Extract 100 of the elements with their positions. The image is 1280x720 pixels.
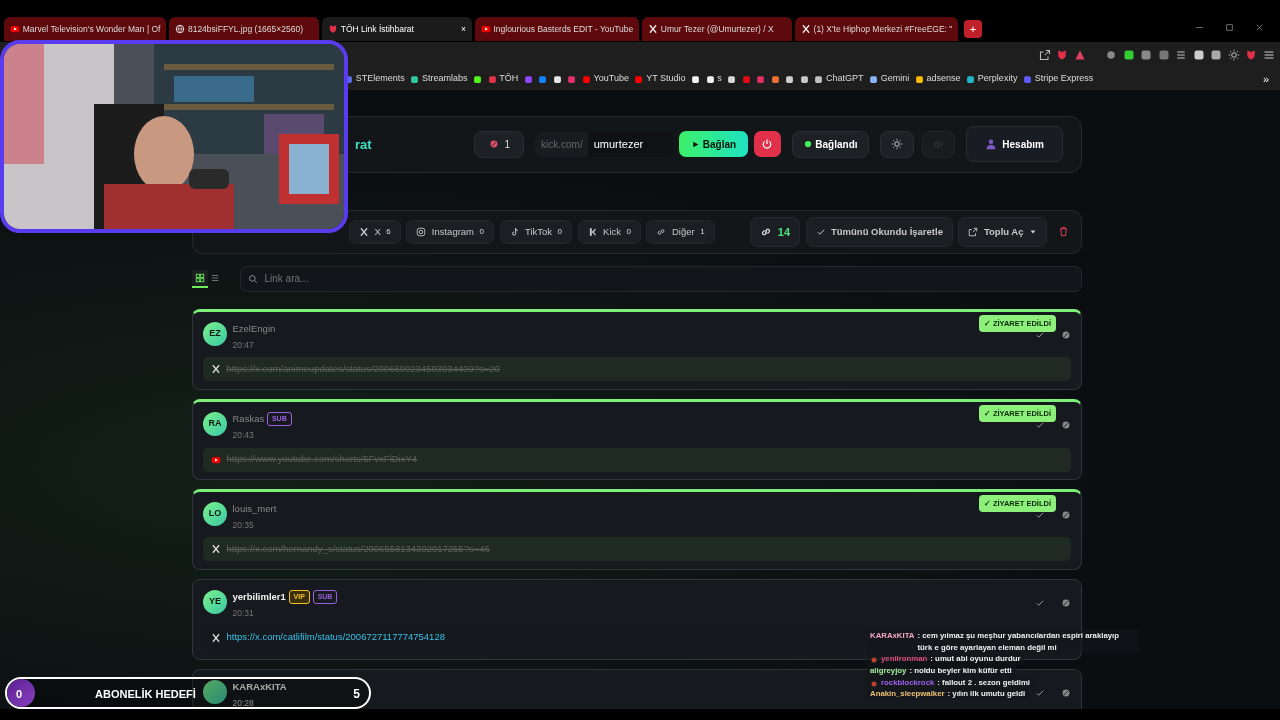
mute-icon bbox=[932, 138, 944, 150]
block-button[interactable] bbox=[1061, 329, 1071, 340]
bookmark[interactable]: Perplexity bbox=[966, 72, 1018, 86]
bookmark[interactable]: STElements bbox=[344, 72, 405, 86]
share-icon bbox=[1038, 49, 1051, 61]
sidebar-button[interactable] bbox=[1192, 49, 1205, 61]
bookmark[interactable] bbox=[473, 74, 483, 84]
message-time: 20:28 bbox=[232, 697, 255, 710]
browser-tab[interactable]: TÖH Link İstihbarat × bbox=[321, 17, 472, 41]
filter-chip[interactable]: Instagram 0 bbox=[406, 219, 494, 244]
square-icon bbox=[1192, 49, 1205, 61]
bookmark[interactable]: YT Studio bbox=[634, 72, 686, 86]
playlist-button[interactable] bbox=[1175, 49, 1187, 61]
username: Raskas bbox=[232, 411, 265, 426]
block-button[interactable] bbox=[1061, 509, 1071, 520]
extension-button[interactable] bbox=[1140, 49, 1152, 61]
username: yerbilimler1 bbox=[232, 589, 286, 604]
more-bookmarks-button[interactable]: » bbox=[1262, 70, 1269, 88]
block-button[interactable] bbox=[1061, 687, 1071, 698]
shield-icon bbox=[1056, 49, 1068, 61]
extension-button[interactable] bbox=[1157, 49, 1170, 61]
filter-chip[interactable]: TikTok 0 bbox=[499, 219, 573, 244]
connect-button[interactable]: Bağlan bbox=[679, 131, 749, 158]
trash-icon bbox=[1058, 226, 1069, 238]
goal-title: ABONELİK HEDEFİ bbox=[95, 687, 196, 702]
bookmark[interactable]: Streamlabs bbox=[410, 72, 468, 86]
search-field[interactable]: Link ara... bbox=[239, 265, 1082, 292]
browser-tab[interactable]: Umur Tezer (@Umurtezer) / X bbox=[642, 17, 793, 41]
kick-icon bbox=[587, 226, 598, 237]
username: KARAxKITA bbox=[232, 679, 287, 694]
menu-button[interactable] bbox=[1262, 49, 1275, 61]
grid-icon bbox=[194, 272, 205, 283]
username: louis_mert bbox=[232, 501, 277, 516]
link-url[interactable]: https://x.com/catlifilm/status/2006727117774754128 bbox=[226, 630, 445, 645]
avatar: YE bbox=[203, 589, 227, 614]
message-time: 20:31 bbox=[232, 607, 255, 620]
goal-current: 0 bbox=[16, 687, 23, 702]
browser-tab[interactable]: 8124bsiFFYL.jpg (1665×2560) bbox=[169, 17, 320, 41]
x-logo-icon bbox=[648, 24, 659, 34]
connection-status: Bağlandı bbox=[791, 130, 869, 158]
mark-all-read-button[interactable]: Tümünü Okundu İşaretle bbox=[805, 216, 953, 247]
block-icon bbox=[1061, 419, 1071, 430]
bookmark[interactable]: TÖH bbox=[487, 72, 519, 86]
triangle-button[interactable] bbox=[1073, 49, 1086, 61]
dot-icon bbox=[1105, 49, 1117, 61]
youtube-icon bbox=[211, 454, 221, 465]
square-icon bbox=[1157, 49, 1170, 61]
filter-chip[interactable]: Diğer 1 bbox=[646, 219, 715, 244]
filter-chip[interactable]: X 6 bbox=[349, 219, 401, 244]
account-button[interactable]: Hesabım bbox=[965, 126, 1063, 163]
sun-icon bbox=[1227, 49, 1240, 61]
instagram-icon bbox=[416, 226, 427, 237]
menu-icon bbox=[1262, 49, 1275, 61]
search-icon bbox=[247, 273, 258, 284]
browser-tab[interactable]: Marvel Television's Wonder Man | Of bbox=[4, 17, 167, 41]
bookmark[interactable]: ChatGPT bbox=[814, 72, 864, 86]
browser-tab[interactable]: (1) X'te Hiphop Merkezi #FreeEGE: " bbox=[794, 17, 959, 41]
list-icon bbox=[210, 272, 221, 283]
bookmark[interactable]: adsense bbox=[914, 72, 961, 86]
x-logo-icon bbox=[800, 24, 811, 34]
square-icon bbox=[1122, 49, 1135, 61]
sparkle-button[interactable] bbox=[1227, 49, 1240, 61]
wallet-button[interactable] bbox=[1210, 49, 1222, 61]
block-button[interactable] bbox=[1061, 597, 1071, 608]
block-icon bbox=[1061, 329, 1071, 340]
theme-button[interactable] bbox=[879, 130, 914, 158]
channel-field[interactable]: kick.com/ umurtezer bbox=[535, 131, 674, 157]
extension-button[interactable] bbox=[1105, 49, 1117, 61]
extension-button[interactable] bbox=[1122, 49, 1135, 61]
new-tab-button[interactable]: + bbox=[963, 20, 982, 38]
username: EzelEngin bbox=[232, 321, 276, 336]
bookmark[interactable]: YouTube bbox=[581, 72, 629, 86]
sun-icon bbox=[890, 138, 903, 151]
user-icon bbox=[984, 138, 997, 151]
x-logo-icon bbox=[359, 226, 369, 237]
play-icon bbox=[691, 139, 700, 149]
bookmark[interactable]: Stripe Express bbox=[1022, 72, 1094, 86]
delete-button[interactable] bbox=[1058, 226, 1069, 238]
bookmark[interactable]: s bbox=[705, 72, 722, 86]
share-button[interactable] bbox=[1038, 49, 1051, 61]
list-icon bbox=[1175, 49, 1187, 61]
bulk-open-button[interactable]: Toplu Aç bbox=[958, 216, 1047, 247]
block-icon bbox=[1061, 509, 1071, 520]
x-logo-icon bbox=[211, 364, 221, 375]
shield-icon bbox=[1245, 49, 1257, 61]
shield-button[interactable] bbox=[1056, 49, 1068, 61]
bookmark[interactable]: Gemini bbox=[869, 72, 910, 86]
grid-view-button[interactable] bbox=[192, 270, 208, 288]
x-logo-icon bbox=[211, 632, 221, 643]
square-icon bbox=[1210, 49, 1222, 61]
goal-target: 5 bbox=[353, 686, 360, 703]
message-time: 20:35 bbox=[232, 519, 255, 532]
bookmark[interactable] bbox=[691, 74, 701, 84]
filter-chip[interactable]: Kick 0 bbox=[577, 219, 641, 244]
power-button[interactable] bbox=[753, 131, 781, 158]
browser-tab[interactable]: Inglourious Basterds EDIT - YouTube bbox=[474, 17, 640, 41]
youtube-icon bbox=[480, 24, 491, 34]
square-icon bbox=[1140, 49, 1152, 61]
vpn-button[interactable] bbox=[1245, 49, 1257, 61]
block-button[interactable] bbox=[1061, 419, 1071, 430]
